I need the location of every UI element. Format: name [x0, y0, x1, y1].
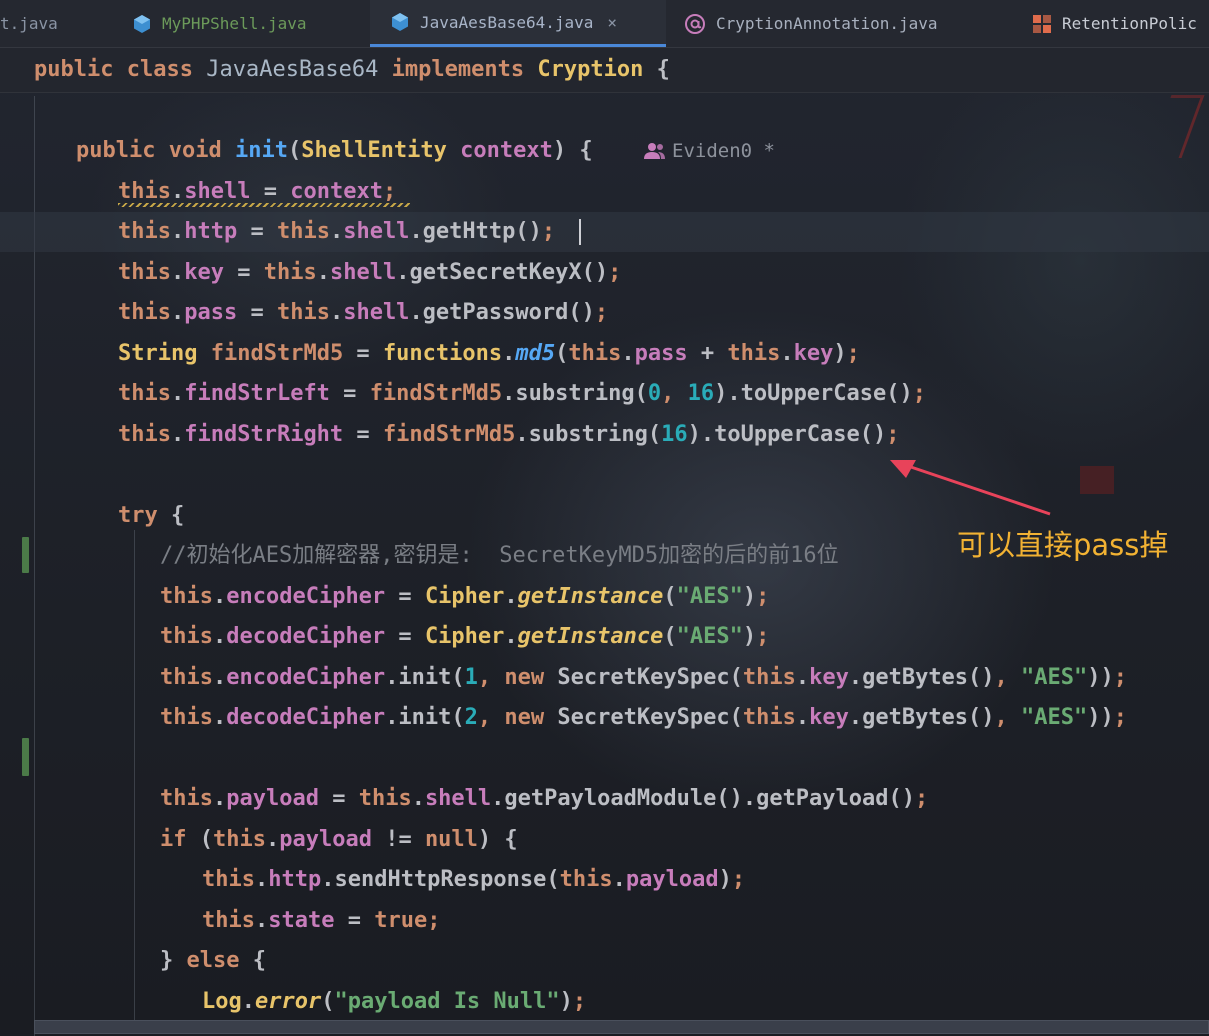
code-line-current[interactable]: this.http = this.shell.getHttp(); — [118, 212, 555, 252]
tab-javaaesbase64-java[interactable]: JavaAesBase64.java × — [370, 0, 666, 47]
annotation-arrow — [890, 460, 1051, 516]
code-line[interactable]: this.decodeCipher = Cipher.getInstance("… — [160, 617, 769, 657]
code-line[interactable]: } else { — [160, 941, 266, 981]
close-tab-icon[interactable]: × — [607, 13, 617, 32]
gutter-change-marker — [22, 537, 29, 573]
code-line[interactable]: Log.error("payload Is Null"); — [202, 982, 586, 1022]
code-line[interactable]: this.findStrLeft = findStrMd5.substring(… — [118, 374, 926, 414]
code-comment[interactable]: //初始化AES加解密器,密钥是: SecretKeyMD5加密的后的前16位 — [160, 536, 839, 576]
code-line[interactable]: this.shell = context; — [118, 172, 396, 212]
tab-label: RetentionPolic — [1062, 14, 1197, 33]
code-line[interactable]: this.encodeCipher = Cipher.getInstance("… — [160, 577, 769, 617]
code-line[interactable]: if (this.payload != null) { — [160, 820, 518, 860]
class-declaration: public class JavaAesBase64 implements Cr… — [34, 57, 670, 82]
code-line[interactable]: this.encodeCipher.init(1, new SecretKeyS… — [160, 658, 1127, 698]
tab-label: MyPHPShell.java — [162, 14, 307, 33]
code-line-try[interactable]: try { — [118, 496, 184, 536]
java-class-icon — [132, 14, 152, 34]
indent-guide — [134, 530, 135, 1030]
users-icon — [644, 142, 666, 160]
background-decoration-2 — [1080, 466, 1114, 494]
editor-tab-bar: t.java MyPHPShell.java JavaAesBase64.jav… — [0, 0, 1209, 48]
gutter-change-marker — [22, 738, 29, 776]
annotation-icon — [684, 13, 706, 35]
code-line[interactable]: this.http.sendHttpResponse(this.payload)… — [202, 860, 745, 900]
code-line[interactable]: this.payload = this.shell.getPayloadModu… — [160, 779, 928, 819]
author-name: Eviden0 — [672, 140, 753, 162]
tab-t-java[interactable]: t.java — [0, 0, 120, 47]
tab-label: t.java — [0, 14, 58, 33]
code-author-hint[interactable]: Eviden0 * — [644, 136, 775, 166]
horizontal-scrollbar[interactable] — [34, 1020, 1209, 1034]
tab-myphpshell-java[interactable]: MyPHPShell.java — [128, 0, 368, 47]
code-line[interactable]: String findStrMd5 = functions.md5(this.p… — [118, 334, 860, 374]
java-class-icon — [390, 12, 410, 32]
text-caret — [579, 219, 581, 245]
code-line[interactable]: this.decodeCipher.init(2, new SecretKeyS… — [160, 698, 1127, 738]
sticky-class-header: public class JavaAesBase64 implements Cr… — [0, 48, 1209, 93]
tab-cryptionannotation-java[interactable]: CryptionAnnotation.java — [668, 0, 1008, 47]
tab-label: CryptionAnnotation.java — [716, 14, 938, 33]
enum-icon — [1032, 14, 1052, 34]
code-line[interactable]: this.pass = this.shell.getPassword(); — [118, 293, 608, 333]
code-line[interactable]: this.state = true; — [202, 901, 440, 941]
code-line-method-signature[interactable]: public void init(ShellEntity context) { — [76, 131, 593, 171]
annotation-text: 可以直接pass掉 — [957, 528, 1169, 562]
tab-label: JavaAesBase64.java — [420, 12, 594, 32]
tab-retentionpolicy[interactable]: RetentionPolic — [1012, 0, 1209, 47]
code-line[interactable]: this.findStrRight = findStrMd5.substring… — [118, 415, 900, 455]
author-modified-marker: * — [763, 140, 775, 162]
code-line[interactable]: this.key = this.shell.getSecretKeyX(); — [118, 253, 621, 293]
